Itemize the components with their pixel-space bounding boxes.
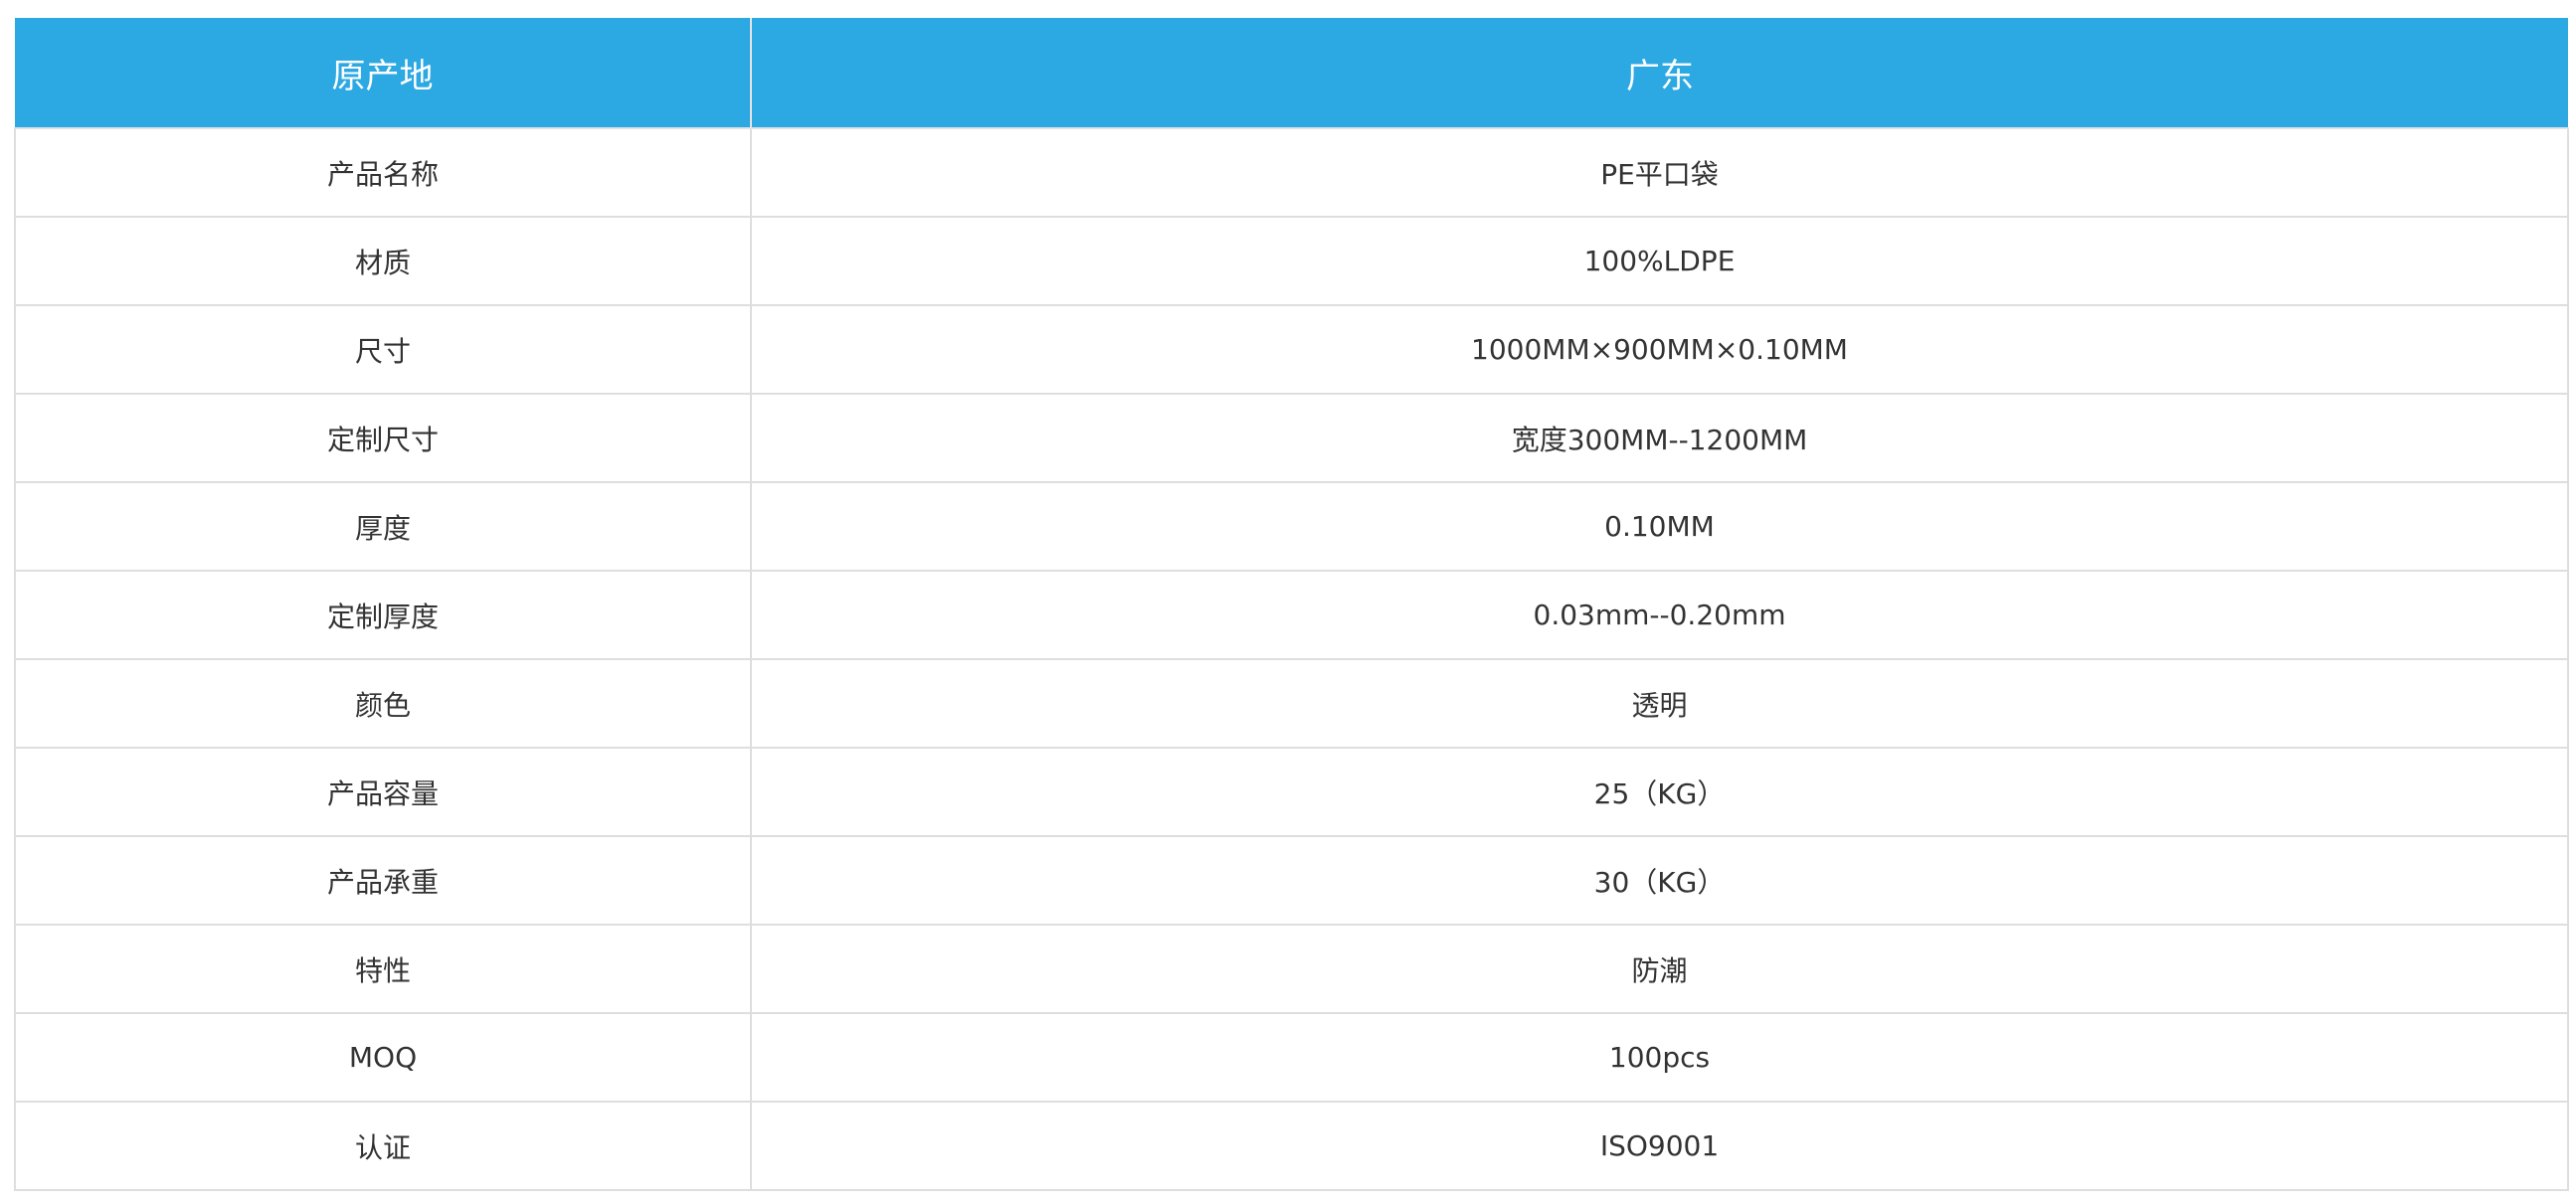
table-row: 特性 防潮 [14,924,2569,1014]
row-value: 0.03mm--0.20mm [750,570,2569,660]
table-row: 定制尺寸 宽度300MM--1200MM [14,393,2569,483]
row-label: 特性 [14,924,752,1014]
table-row: 产品容量 25（KG） [14,747,2569,837]
row-value: 宽度300MM--1200MM [750,393,2569,483]
table-row: 认证 ISO9001 [14,1101,2569,1191]
row-label: 产品名称 [14,127,752,218]
row-label: 定制尺寸 [14,393,752,483]
row-label: 尺寸 [14,304,752,395]
row-label: 厚度 [14,481,752,572]
table-row: 尺寸 1000MM×900MM×0.10MM [14,304,2569,395]
header-value-origin: 广东 [750,18,2568,129]
product-spec-table: 原产地 广东 产品名称 PE平口袋 材质 100%LDPE 尺寸 1000MM×… [14,18,2569,1191]
row-value: PE平口袋 [750,127,2569,218]
row-label: MOQ [14,1012,752,1103]
row-value: 透明 [750,658,2569,749]
row-label: 定制厚度 [14,570,752,660]
table-row: 定制厚度 0.03mm--0.20mm [14,570,2569,660]
row-label: 产品容量 [14,747,752,837]
spec-table-body: 产品名称 PE平口袋 材质 100%LDPE 尺寸 1000MM×900MM×0… [14,127,2569,1191]
row-value: 1000MM×900MM×0.10MM [750,304,2569,395]
row-label: 产品承重 [14,835,752,926]
row-label: 颜色 [14,658,752,749]
row-value: 30（KG） [750,835,2569,926]
header-label-origin: 原产地 [15,18,752,129]
row-value: 100%LDPE [750,216,2569,306]
row-value: 0.10MM [750,481,2569,572]
table-row: 厚度 0.10MM [14,481,2569,572]
row-value: ISO9001 [750,1101,2569,1191]
row-value: 100pcs [750,1012,2569,1103]
row-label: 材质 [14,216,752,306]
table-row: 颜色 透明 [14,658,2569,749]
table-row: MOQ 100pcs [14,1012,2569,1103]
spec-table-header: 原产地 广东 [15,18,2568,129]
row-value: 防潮 [750,924,2569,1014]
header-row: 原产地 广东 [15,18,2568,129]
row-label: 认证 [14,1101,752,1191]
table-row: 产品名称 PE平口袋 [14,127,2569,218]
row-value: 25（KG） [750,747,2569,837]
table-row: 材质 100%LDPE [14,216,2569,306]
table-row: 产品承重 30（KG） [14,835,2569,926]
